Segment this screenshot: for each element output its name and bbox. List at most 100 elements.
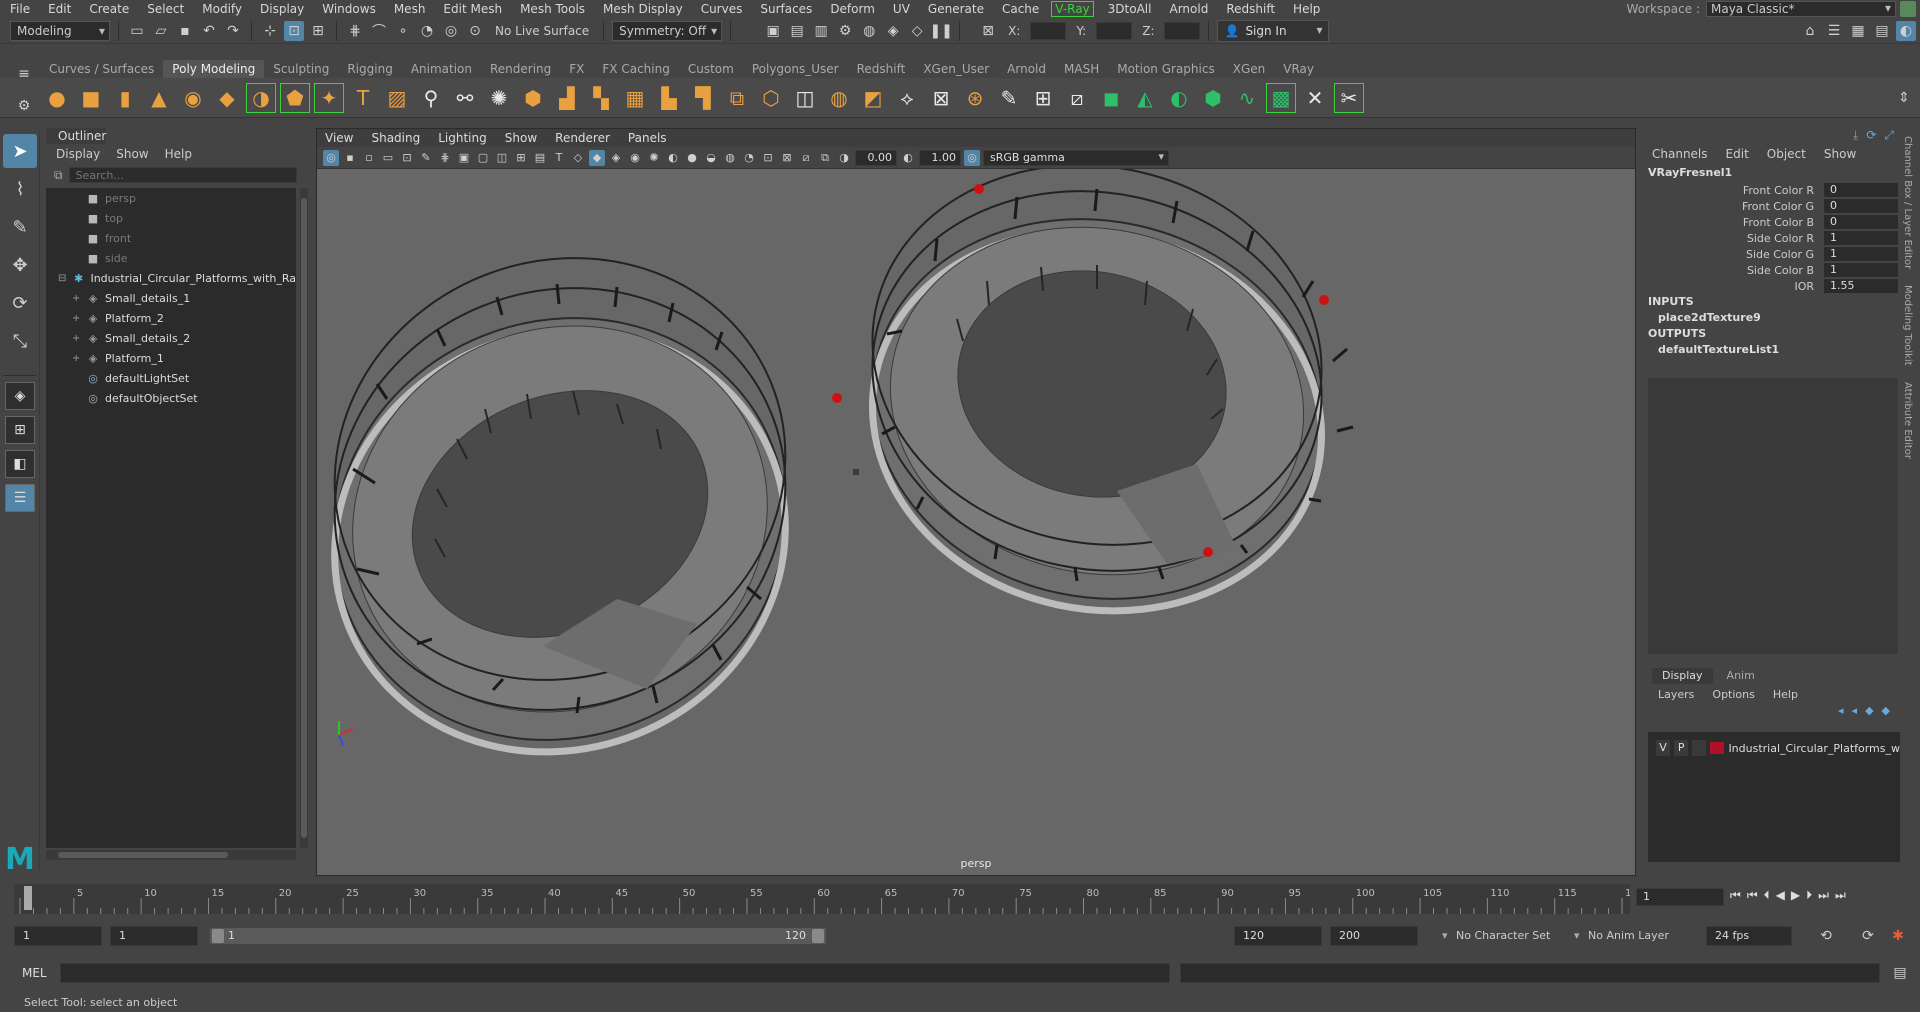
outliner-item[interactable]: ■ front (46, 228, 296, 248)
paint-select-icon[interactable]: ✎ (3, 210, 37, 244)
lasso-tool-icon[interactable]: ⌇ (3, 172, 37, 206)
mirror-icon[interactable]: ◫ (790, 83, 820, 113)
attribute-value[interactable]: 1 (1824, 247, 1898, 261)
menu-select[interactable]: Select (137, 2, 192, 16)
shelf-tab-motion-graphics[interactable]: Motion Graphics (1108, 60, 1224, 78)
menu-file[interactable]: File (0, 2, 38, 16)
safe-action-icon[interactable]: ▤ (532, 150, 548, 166)
time-ruler[interactable]: 1510152025303540455055606570758085909510… (14, 884, 1644, 914)
command-language-label[interactable]: MEL (22, 966, 47, 980)
shelf-tab-vray[interactable]: VRay (1274, 60, 1323, 78)
shelf-tab-fx-caching[interactable]: FX Caching (593, 60, 678, 78)
render-view-icon[interactable]: ▤ (787, 21, 807, 41)
menu-edit[interactable]: Edit (38, 2, 79, 16)
script-editor-icon[interactable]: ▤ (1890, 963, 1910, 983)
redo-icon[interactable]: ↷ (223, 21, 243, 41)
menu-display[interactable]: Display (250, 2, 312, 16)
attribute-value[interactable]: 0 (1824, 215, 1898, 229)
exposure-field[interactable]: 0.00 (855, 149, 897, 166)
shelf-tab-rendering[interactable]: Rendering (481, 60, 560, 78)
go-to-start-icon[interactable]: ⏮ (1730, 888, 1741, 903)
layer-tab-display[interactable]: Display (1652, 668, 1713, 684)
layer-visibility-toggle[interactable]: V (1656, 740, 1671, 756)
menu-curves[interactable]: Curves (691, 2, 751, 16)
gate-mask-icon[interactable]: ◫ (494, 150, 510, 166)
menu-help[interactable]: Help (1283, 2, 1328, 16)
attribute-label[interactable]: Front Color R (1644, 184, 1824, 197)
attribute-label[interactable]: Front Color B (1644, 216, 1824, 229)
uv-unfold-icon[interactable]: ∿ (1232, 83, 1262, 113)
shelf-tab-curves-surfaces[interactable]: Curves / Surfaces (40, 60, 163, 78)
boolean-icon[interactable]: ◍ (824, 83, 854, 113)
attribute-value[interactable]: 1 (1824, 263, 1898, 277)
workspace-dropdown[interactable]: Maya Classic* (1706, 1, 1896, 17)
quad-draw-icon[interactable]: ✎ (994, 83, 1024, 113)
select-hierarchy-icon[interactable]: ⊹ (260, 21, 280, 41)
menu-edit-mesh[interactable]: Edit Mesh (433, 2, 510, 16)
outliner-menu-show[interactable]: Show (116, 147, 148, 161)
menu-cache[interactable]: Cache (992, 2, 1047, 16)
symmetry-dropdown[interactable]: Symmetry: Off (612, 20, 723, 41)
outliner-hscroll[interactable] (46, 850, 296, 860)
outliner-menu-display[interactable]: Display (56, 147, 100, 161)
start-time-field[interactable]: 1 (14, 926, 102, 946)
layer-menu-help[interactable]: Help (1773, 688, 1798, 701)
bridge-icon[interactable]: ▟ (552, 83, 582, 113)
menu-generate[interactable]: Generate (918, 2, 992, 16)
make-hole-icon[interactable]: ▜ (688, 83, 718, 113)
ipr-render-icon[interactable]: ▥ (811, 21, 831, 41)
poly-plane-icon[interactable]: ◆ (212, 83, 242, 113)
cut-uv-icon[interactable]: ✂ (1334, 82, 1364, 113)
render-frame-icon[interactable]: ▣ (763, 21, 783, 41)
image-plane-icon[interactable]: ▭ (380, 150, 396, 166)
filter-icon[interactable]: ⧉ (54, 168, 63, 183)
viewport-menu-shading[interactable]: Shading (371, 131, 420, 145)
translate-icon[interactable]: ⤓ (1853, 128, 1858, 144)
poly-cylinder-icon[interactable]: ▮ (110, 83, 140, 113)
move-layer-down-icon[interactable]: ◂ (1852, 704, 1858, 724)
output-node[interactable]: defaultTextureList1 (1644, 342, 1900, 358)
anim-layer-dropdown[interactable]: No Anim Layer (1572, 926, 1669, 946)
fps-dropdown[interactable]: 24 fps (1706, 926, 1792, 946)
expand-icon[interactable]: + (72, 293, 82, 304)
new-scene-icon[interactable]: ▭ (127, 21, 147, 41)
save-scene-icon[interactable]: ▪ (175, 21, 195, 41)
poly-cone-icon[interactable]: ▲ (144, 83, 174, 113)
sew-uv-icon[interactable]: ✕ (1300, 83, 1330, 113)
render-settings-icon[interactable]: ⚙ (835, 21, 855, 41)
outliner-item[interactable]: ■ side (46, 248, 296, 268)
layer-type-toggle[interactable] (1692, 740, 1707, 756)
step-forward-frame-icon[interactable]: ⏵ (1806, 888, 1812, 903)
rotate-tool-icon[interactable]: ⟳ (3, 286, 37, 320)
exposure-icon[interactable]: ◑ (836, 150, 852, 166)
uv-spherical-icon[interactable]: ◐ (1164, 83, 1194, 113)
sweep-mesh-icon[interactable]: ✺ (484, 83, 514, 113)
gamma-icon[interactable]: ◐ (900, 150, 916, 166)
poly-disc-icon[interactable]: ◑ (246, 82, 276, 113)
snap-view-icon[interactable]: ◔ (417, 21, 437, 41)
platonic-solid-icon[interactable]: ⬟ (280, 82, 310, 113)
menu-mesh[interactable]: Mesh (384, 2, 434, 16)
z-field[interactable] (1164, 21, 1201, 40)
backface-culling-icon[interactable]: ⧉ (817, 150, 833, 166)
layer-color-swatch[interactable] (1710, 742, 1725, 754)
offset-edge-loop-icon[interactable]: ⧄ (1062, 83, 1092, 113)
command-input[interactable] (60, 963, 1170, 983)
snap-surface-icon[interactable]: ◎ (441, 21, 461, 41)
menu-mesh-display[interactable]: Mesh Display (593, 2, 691, 16)
bevel-icon[interactable]: ▚ (586, 83, 616, 113)
collapse-icon[interactable]: ⊟ (58, 273, 68, 284)
poly-cube-icon[interactable]: ■ (76, 83, 106, 113)
menu-uv[interactable]: UV (883, 2, 918, 16)
lock-icon[interactable] (1900, 1, 1916, 17)
uv-layout-icon[interactable]: ▩ (1266, 82, 1296, 113)
uv-auto-icon[interactable]: ⬢ (1198, 83, 1228, 113)
shelf-tab-fx[interactable]: FX (560, 60, 593, 78)
modeling-toolkit-icon[interactable]: ⌂ (1800, 21, 1820, 41)
range-bar[interactable]: 1 120 (210, 928, 826, 944)
channel-box-icon[interactable]: ▤ (1872, 21, 1892, 41)
move-layer-up-icon[interactable]: ◂ (1838, 704, 1844, 724)
wireframe-icon[interactable]: ◇ (570, 150, 586, 166)
channel-menu-object[interactable]: Object (1767, 147, 1806, 161)
viewport-menu-renderer[interactable]: Renderer (555, 131, 610, 145)
